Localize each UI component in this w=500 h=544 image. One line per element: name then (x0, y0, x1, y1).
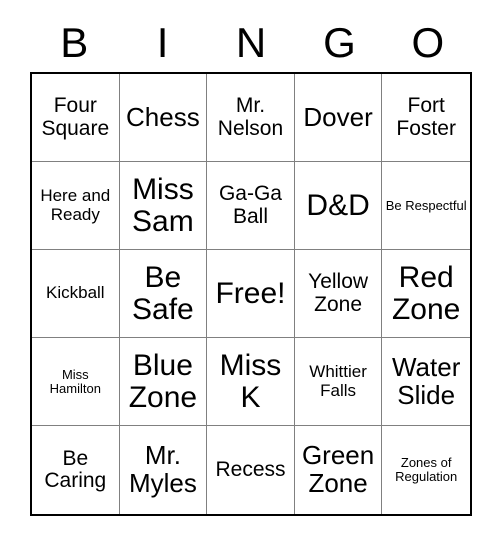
bingo-cell-o1[interactable]: Fort Foster (382, 74, 470, 162)
bingo-cell-i4[interactable]: Blue Zone (119, 338, 208, 426)
bingo-cell-n1[interactable]: Mr. Nelson (207, 74, 295, 162)
bingo-cell-o4[interactable]: Water Slide (382, 338, 470, 426)
bingo-cell-g2[interactable]: D&D (294, 162, 383, 250)
bingo-header-letter-i: I (156, 19, 169, 66)
bingo-cell-g1[interactable]: Dover (294, 74, 383, 162)
bingo-cell-o2[interactable]: Be Respectful (382, 162, 470, 250)
bingo-cell-g3[interactable]: Yellow Zone (294, 250, 383, 338)
bingo-cell-i2[interactable]: Miss Sam (119, 162, 208, 250)
bingo-cell-label: Miss Hamilton (49, 366, 101, 396)
bingo-cell-g4[interactable]: Whittier Falls (294, 338, 383, 426)
bingo-cell-b1[interactable]: Four Square (32, 74, 120, 162)
bingo-cell-label: Red Zone (391, 260, 461, 326)
bingo-grid: Four Square Chess Mr. Nelson Dover Fort … (30, 72, 472, 516)
bingo-card: B I N G O Four Square Chess Mr. Nelson D… (0, 0, 500, 544)
bingo-cell-i3[interactable]: Be Safe (119, 250, 208, 338)
bingo-cell-free-space[interactable]: Free! (207, 250, 295, 338)
bingo-cell-label: Recess (215, 457, 286, 481)
bingo-cell-o5[interactable]: Zones of Regulation (382, 426, 470, 514)
bingo-cell-label: Mr. Nelson (217, 94, 284, 140)
bingo-cell-label: D&D (306, 188, 370, 222)
bingo-cell-n2[interactable]: Ga-Ga Ball (207, 162, 295, 250)
bingo-cell-label: Be Safe (132, 260, 194, 326)
bingo-cell-label: Blue Zone (128, 348, 198, 414)
bingo-cell-label: Zones of Regulation (395, 455, 458, 484)
bingo-cell-n5[interactable]: Recess (207, 426, 295, 514)
bingo-cell-label: Here and Ready (40, 186, 111, 224)
bingo-header-letter-b: B (60, 19, 89, 66)
bingo-cell-label: Kickball (46, 283, 105, 303)
bingo-cell-label: Four Square (41, 94, 110, 140)
bingo-cell-label: Be Caring (44, 446, 107, 492)
bingo-cell-label: Fort Foster (396, 94, 456, 140)
bingo-cell-label: Mr. Myles (128, 440, 197, 498)
bingo-cell-label: Miss K (219, 348, 282, 414)
bingo-cell-label: Whittier Falls (309, 362, 367, 400)
bingo-header-letter-g: G (323, 19, 356, 66)
bingo-cell-label: Miss Sam (132, 172, 194, 238)
bingo-cell-b3[interactable]: Kickball (32, 250, 120, 338)
bingo-cell-i5[interactable]: Mr. Myles (119, 426, 208, 514)
bingo-free-space-label: Free! (215, 276, 286, 310)
bingo-cell-label: Dover (303, 101, 373, 132)
bingo-cell-i1[interactable]: Chess (119, 74, 208, 162)
bingo-cell-label: Be Respectful (385, 197, 467, 213)
bingo-cell-label: Green Zone (301, 440, 375, 498)
bingo-cell-label: Chess (126, 101, 200, 132)
bingo-cell-b4[interactable]: Miss Hamilton (32, 338, 120, 426)
bingo-cell-b5[interactable]: Be Caring (32, 426, 120, 514)
bingo-cell-n4[interactable]: Miss K (207, 338, 295, 426)
bingo-cell-label: Yellow Zone (308, 270, 369, 316)
bingo-header-letter-o: O (411, 19, 445, 66)
bingo-header-letter-n: N (235, 19, 267, 66)
bingo-cell-label: Water Slide (391, 351, 461, 410)
bingo-cell-g5[interactable]: Green Zone (294, 426, 383, 514)
bingo-header-row: B I N G O (30, 14, 472, 72)
bingo-cell-b2[interactable]: Here and Ready (32, 162, 120, 250)
bingo-cell-o3[interactable]: Red Zone (382, 250, 470, 338)
bingo-cell-label: Ga-Ga Ball (218, 182, 282, 228)
